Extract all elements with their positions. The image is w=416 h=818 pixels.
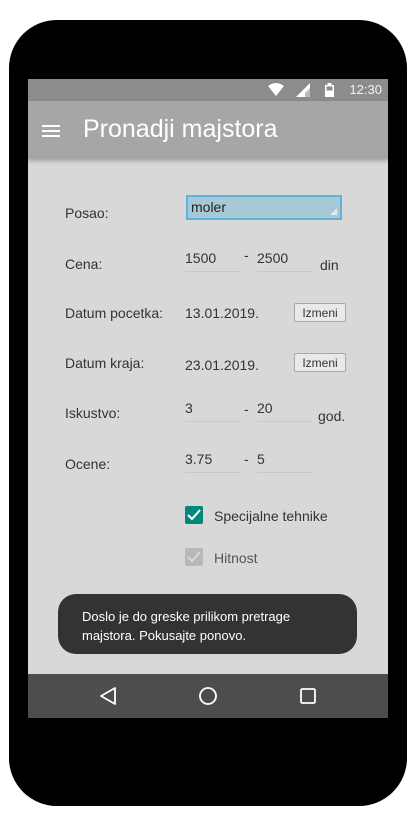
cena-separator: - [244, 247, 249, 263]
app-bar: Pronadji majstora [28, 101, 388, 159]
check-icon [187, 509, 201, 521]
posao-select-value: moler [191, 199, 227, 215]
datum-pocetka-value: 13.01.2019. [185, 305, 259, 321]
iskustvo-label: Iskustvo: [65, 405, 121, 421]
check-icon [187, 551, 201, 563]
cena-unit: din [320, 257, 339, 273]
specijalne-tehnike-label: Specijalne tehnike [214, 508, 328, 524]
ocene-label: Ocene: [65, 456, 111, 472]
ocene-to-field[interactable]: 5 [257, 450, 312, 473]
dropdown-caret-icon [330, 208, 337, 215]
posao-select[interactable]: moler [186, 195, 342, 220]
hitnost-label: Hitnost [214, 550, 258, 566]
screen: 12:30 Pronadji majstora Posao: moler Cen… [28, 79, 388, 718]
status-time: 12:30 [349, 82, 382, 97]
hitnost-checkbox [185, 548, 203, 566]
ocene-from-field[interactable]: 3.75 [185, 450, 240, 473]
back-icon[interactable] [99, 686, 117, 706]
iskustvo-unit: god. [318, 408, 346, 424]
status-bar: 12:30 [28, 79, 388, 101]
home-icon[interactable] [198, 686, 218, 706]
iskustvo-to-field[interactable]: 20 [257, 399, 312, 422]
menu-icon[interactable] [42, 125, 60, 137]
posao-label: Posao: [65, 205, 109, 221]
iskustvo-from-field[interactable]: 3 [185, 399, 240, 422]
datum-kraja-izmeni-button[interactable]: Izmeni [294, 353, 346, 372]
page-title: Pronadji majstora [83, 115, 278, 143]
cena-from-field[interactable]: 1500 [185, 249, 240, 272]
datum-kraja-label: Datum kraja: [65, 355, 145, 371]
signal-icon [296, 83, 310, 97]
recents-icon[interactable] [299, 686, 317, 706]
toast-message: Doslo je do greske prilikom pretrage maj… [82, 609, 291, 643]
battery-icon [325, 83, 334, 97]
specijalne-tehnike-checkbox[interactable] [185, 506, 203, 524]
error-toast: Doslo je do greske prilikom pretrage maj… [58, 594, 357, 654]
nav-bar [28, 674, 388, 718]
iskustvo-separator: - [244, 401, 249, 417]
datum-kraja-value: 23.01.2019. [185, 357, 259, 373]
wifi-icon [268, 83, 284, 96]
cena-to-field[interactable]: 2500 [257, 249, 312, 272]
datum-pocetka-label: Datum pocetka: [65, 305, 164, 321]
datum-pocetka-izmeni-button[interactable]: Izmeni [294, 303, 346, 322]
ocene-separator: - [244, 451, 249, 467]
cena-label: Cena: [65, 256, 103, 272]
